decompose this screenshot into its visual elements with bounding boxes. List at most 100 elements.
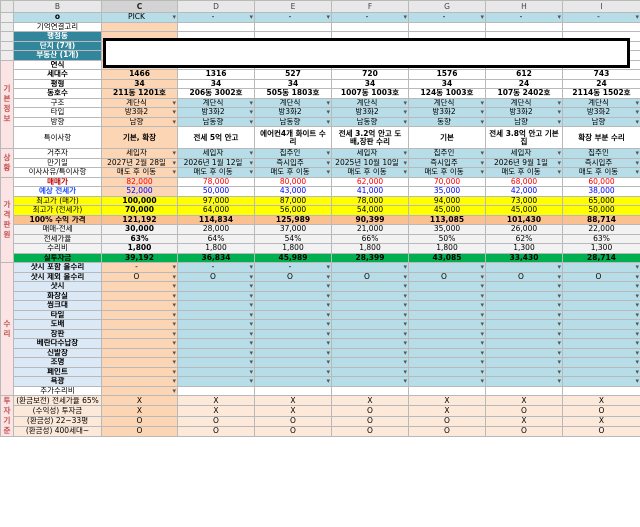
cell[interactable] xyxy=(101,21,178,32)
invest-value[interactable]: X xyxy=(254,394,332,407)
repair-value[interactable] xyxy=(331,290,409,301)
invest-value[interactable]: X xyxy=(331,394,409,407)
repair-value[interactable] xyxy=(485,376,563,387)
status-value[interactable]: 매도 후 이동 xyxy=(485,167,563,178)
price-value[interactable]: 1,300 xyxy=(485,243,563,254)
repair-selected[interactable]: O xyxy=(101,271,178,282)
special-note[interactable]: 전세 3.2억 안고 도배,장판 수리 xyxy=(331,126,409,149)
price-selected[interactable]: 63% xyxy=(101,233,178,244)
repair-value[interactable] xyxy=(331,281,409,292)
repair-value[interactable] xyxy=(254,347,332,358)
price-value[interactable]: 62,000 xyxy=(331,176,409,187)
selected-value[interactable]: 211동 1201호 xyxy=(101,88,178,99)
value-cell[interactable]: 505동 1803호 xyxy=(254,88,332,99)
status-value[interactable]: 매도 후 이동 xyxy=(254,167,332,178)
repair-value[interactable] xyxy=(254,376,332,387)
price-value[interactable]: 65,000 xyxy=(562,195,640,206)
price-value[interactable]: 45,000 xyxy=(485,205,563,216)
selected-dropdown[interactable]: 방3화2 xyxy=(101,107,178,118)
price-value[interactable]: 38,000 xyxy=(562,186,640,197)
repair-value[interactable] xyxy=(408,347,486,358)
status-value[interactable]: 집주인 xyxy=(408,148,486,159)
price-value[interactable]: 56,000 xyxy=(254,205,332,216)
price-value[interactable]: 78,000 xyxy=(177,176,255,187)
repair-selected[interactable] xyxy=(101,309,178,320)
repair-selected[interactable] xyxy=(101,376,178,387)
value-dropdown[interactable]: 남향 xyxy=(562,116,640,127)
repair-value[interactable] xyxy=(408,366,486,377)
value-dropdown[interactable]: 남동향 xyxy=(254,116,332,127)
price-value[interactable]: 64% xyxy=(177,233,255,244)
repair-selected[interactable] xyxy=(101,338,178,349)
repair-value[interactable] xyxy=(254,328,332,339)
repair-value[interactable]: O xyxy=(408,271,486,282)
value-dropdown[interactable]: 계단식 xyxy=(254,97,332,108)
repair-selected[interactable] xyxy=(101,281,178,292)
repair-selected[interactable] xyxy=(101,300,178,311)
repair-value[interactable] xyxy=(331,319,409,330)
column-header-F[interactable]: F xyxy=(331,0,409,13)
repair-value[interactable]: O xyxy=(485,271,563,282)
value-cell[interactable]: 527 xyxy=(254,69,332,80)
repair-value[interactable] xyxy=(562,385,640,396)
price-value[interactable]: 63% xyxy=(562,233,640,244)
repair-value[interactable] xyxy=(562,309,640,320)
repair-value[interactable] xyxy=(485,366,563,377)
value-dropdown[interactable]: 동향 xyxy=(408,116,486,127)
invest-value[interactable]: O xyxy=(331,425,409,438)
special-note[interactable]: 기본 xyxy=(408,126,486,149)
repair-value[interactable] xyxy=(177,300,255,311)
address-input-box[interactable] xyxy=(103,38,630,68)
price-value[interactable]: 42,000 xyxy=(485,186,563,197)
special-note[interactable]: 전세 3.8억 안고 기본 집 xyxy=(485,126,563,149)
invest-selected[interactable]: O xyxy=(101,415,178,427)
status-value[interactable]: 매도 후 이동 xyxy=(562,167,640,178)
invest-value[interactable]: O xyxy=(177,425,255,438)
repair-value[interactable] xyxy=(408,338,486,349)
repair-value[interactable] xyxy=(562,347,640,358)
price-value[interactable]: 35,000 xyxy=(408,186,486,197)
cell[interactable] xyxy=(485,21,563,32)
invest-value[interactable]: X xyxy=(254,405,332,417)
repair-value[interactable] xyxy=(254,357,332,368)
repair-value[interactable] xyxy=(331,328,409,339)
status-value[interactable]: 세입자 xyxy=(331,148,409,159)
value-dropdown[interactable]: 방3화2 xyxy=(485,107,563,118)
status-selected[interactable]: 세입자 xyxy=(101,148,178,159)
column-header-C[interactable]: C xyxy=(101,0,178,13)
value-dropdown[interactable]: 계단식 xyxy=(562,97,640,108)
invest-value[interactable]: O xyxy=(254,425,332,438)
pick-dropdown-2[interactable]: - xyxy=(331,12,409,23)
repair-value[interactable] xyxy=(177,357,255,368)
value-dropdown[interactable]: 계단식 xyxy=(177,97,255,108)
value-cell[interactable]: 1576 xyxy=(408,69,486,80)
repair-value[interactable] xyxy=(254,281,332,292)
price-value[interactable]: 68,000 xyxy=(485,176,563,187)
repair-value[interactable] xyxy=(177,366,255,377)
price-value[interactable]: 45,000 xyxy=(408,205,486,216)
price-value[interactable]: 21,000 xyxy=(331,224,409,235)
price-value[interactable]: 1,800 xyxy=(254,243,332,254)
repair-value[interactable] xyxy=(177,376,255,387)
price-value[interactable]: 66% xyxy=(331,233,409,244)
invest-selected[interactable]: X xyxy=(101,405,178,417)
price-value[interactable]: 125,989 xyxy=(254,214,332,225)
column-header-corner[interactable] xyxy=(0,0,14,13)
price-selected[interactable]: 52,000 xyxy=(101,186,178,197)
repair-value[interactable] xyxy=(408,290,486,301)
selected-dropdown[interactable]: 남향 xyxy=(101,116,178,127)
invest-value[interactable]: X xyxy=(562,415,640,427)
price-selected[interactable]: 30,000 xyxy=(101,224,178,235)
repair-value[interactable] xyxy=(562,366,640,377)
invest-value[interactable]: O xyxy=(331,405,409,417)
repair-value[interactable] xyxy=(562,281,640,292)
repair-value[interactable]: - xyxy=(254,262,332,273)
cell[interactable] xyxy=(254,21,332,32)
price-value[interactable]: 54,000 xyxy=(331,205,409,216)
repair-selected[interactable] xyxy=(101,319,178,330)
repair-value[interactable] xyxy=(485,262,563,273)
status-value[interactable]: 세입자 xyxy=(485,148,563,159)
repair-value[interactable]: O xyxy=(331,271,409,282)
value-cell[interactable]: 34 xyxy=(331,78,409,89)
value-cell[interactable]: 124동 1003호 xyxy=(408,88,486,99)
